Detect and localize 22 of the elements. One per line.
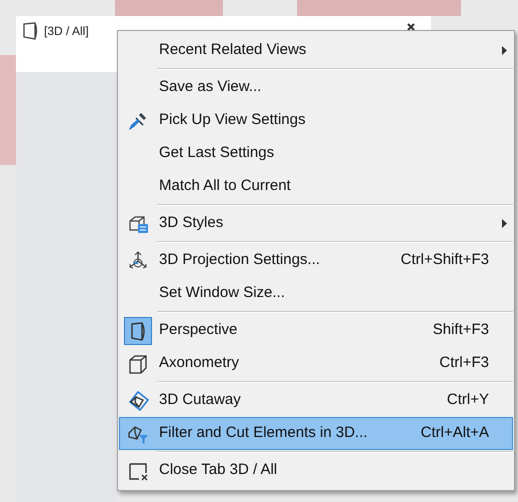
- shortcut-label: Ctrl+F3: [439, 353, 489, 374]
- shortcut-label: Ctrl+Shift+F3: [400, 250, 489, 270]
- menu-item[interactable]: Perspective Shift+F3: [119, 314, 513, 347]
- tab-title: [3D / All]: [44, 23, 89, 40]
- menu-item[interactable]: Save as View...: [119, 71, 513, 104]
- perspective-icon: [22, 22, 40, 40]
- menu-item[interactable]: Axonometry Ctrl+F3: [119, 347, 513, 380]
- menu-item[interactable]: Get Last Settings: [119, 137, 513, 170]
- shortcut-label: Ctrl+Alt+A: [420, 423, 489, 444]
- shortcut-label: Ctrl+Y: [446, 390, 489, 410]
- menu-item[interactable]: Pick Up View Settings: [119, 104, 513, 137]
- menu-item[interactable]: Set Window Size...: [119, 277, 513, 310]
- menu-item[interactable]: 3D Styles: [119, 207, 513, 240]
- close-icon[interactable]: [406, 22, 416, 30]
- menu-item[interactable]: 3D Projection Settings... Ctrl+Shift+F3: [119, 244, 513, 277]
- menu-item[interactable]: Filter and Cut Elements in 3D... Ctrl+Alt+A: [119, 417, 513, 450]
- menu-item[interactable]: Close Tab 3D / All: [119, 454, 513, 487]
- view-tab[interactable]: [3D / All]: [22, 22, 89, 40]
- menu-item[interactable]: 3D Cutaway Ctrl+Y: [119, 384, 513, 417]
- shortcut-label: Shift+F3: [432, 320, 489, 340]
- menu-item[interactable]: Recent Related Views: [119, 34, 513, 67]
- menu-item[interactable]: Match All to Current: [119, 170, 513, 203]
